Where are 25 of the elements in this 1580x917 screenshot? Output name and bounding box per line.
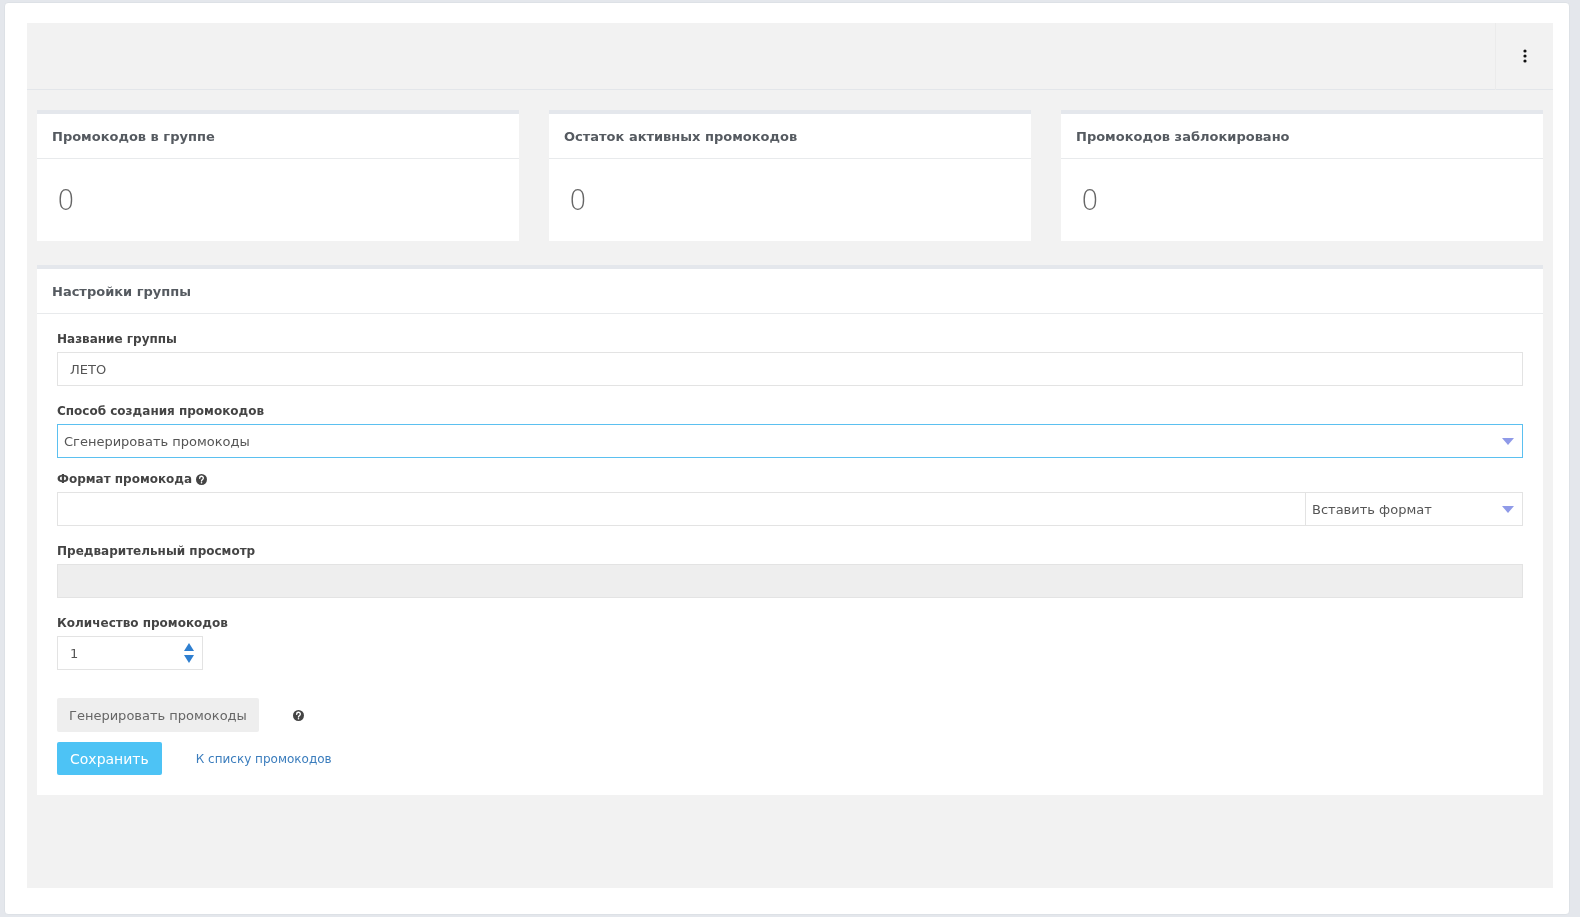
back-link[interactable]: К списку промокодов <box>195 751 332 766</box>
stat-value: 0 <box>57 183 75 217</box>
panel-title: Настройки группы <box>52 283 191 299</box>
help-icon <box>292 709 304 721</box>
select-field[interactable]: Сгенерировать промокоды <box>57 424 1523 458</box>
field-label: Предварительный просмотр <box>57 544 257 558</box>
spinner-icon <box>184 641 194 665</box>
help-icon <box>196 473 208 485</box>
number-field[interactable]: 1 <box>57 636 203 670</box>
input-field[interactable]: ЛЕТО <box>57 352 1523 386</box>
caret-icon <box>1502 437 1514 445</box>
select-field[interactable]: Вставить формат <box>1305 492 1523 526</box>
stat-title: Промокодов заблокировано <box>1076 128 1290 144</box>
field-label: Название группы <box>57 332 178 346</box>
field-label: Способ создания промокодов <box>57 404 266 418</box>
field-label: Формат промокода <box>57 472 193 486</box>
caret-icon <box>1502 505 1514 513</box>
stat-title: Остаток активных промокодов <box>564 128 798 144</box>
stat-value: 0 <box>1081 183 1099 217</box>
stat-value: 0 <box>569 183 587 217</box>
stat-title: Промокодов в группе <box>52 128 215 144</box>
field-label: Количество промокодов <box>57 616 229 630</box>
input-field[interactable] <box>57 492 1305 526</box>
generate-button[interactable]: Генерировать промокоды <box>57 698 259 732</box>
more-icon <box>1522 49 1527 63</box>
